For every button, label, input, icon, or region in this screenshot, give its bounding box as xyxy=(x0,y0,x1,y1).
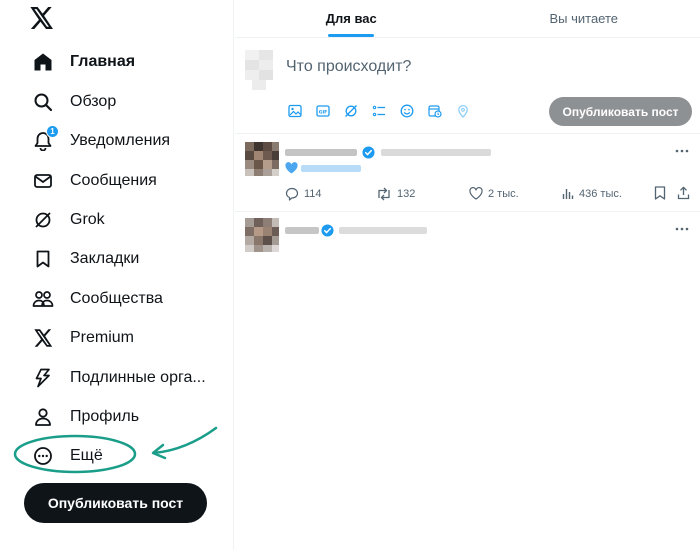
sidebar-item-messages[interactable]: Сообщения xyxy=(20,163,220,199)
search-icon xyxy=(32,91,54,113)
location-icon[interactable] xyxy=(453,101,473,121)
heart-icon xyxy=(469,187,483,200)
blurred-username xyxy=(285,149,357,156)
tab-following[interactable]: Вы читаете xyxy=(468,0,700,37)
x-logo-icon[interactable] xyxy=(30,7,56,31)
sidebar: Главная Обзор 1 Уведомления Сообщения Gr… xyxy=(0,0,234,550)
heart-emoji-icon xyxy=(285,162,298,174)
grok-icon xyxy=(32,209,54,231)
like-count: 2 тыс. xyxy=(488,187,519,200)
tab-label: Вы читаете xyxy=(549,11,619,26)
reply-button[interactable]: 114 xyxy=(285,187,322,201)
sidebar-item-notifications[interactable]: 1 Уведомления xyxy=(20,123,220,159)
sidebar-item-label: Профиль xyxy=(70,408,140,425)
repost-count: 132 xyxy=(397,188,416,200)
more-circle-icon xyxy=(32,445,54,467)
more-options-icon[interactable] xyxy=(674,226,690,232)
repost-button[interactable]: 132 xyxy=(376,187,415,201)
sidebar-item-profile[interactable]: Профиль xyxy=(20,399,220,435)
emoji-icon[interactable] xyxy=(397,101,417,121)
sidebar-item-label: Подлинные орга... xyxy=(70,369,206,386)
post-composer: Что происходит? GIF Опубликовать пост xyxy=(235,38,700,134)
sidebar-item-grok[interactable]: Grok xyxy=(20,202,220,238)
blurred-handle xyxy=(381,149,491,156)
like-button[interactable]: 2 тыс. xyxy=(469,187,519,200)
sidebar-item-verified-orgs[interactable]: Подлинные орга... xyxy=(20,360,220,396)
more-options-icon[interactable] xyxy=(674,148,690,154)
verified-badge-icon xyxy=(362,146,375,159)
blurred-username xyxy=(285,227,319,234)
sidebar-item-home[interactable]: Главная xyxy=(20,44,220,80)
avatar[interactable] xyxy=(245,142,279,176)
avatar[interactable] xyxy=(245,218,279,252)
main-timeline: Для вас Вы читаете Что происходит? GIF О… xyxy=(235,0,700,550)
repost-icon xyxy=(378,187,390,201)
reply-icon xyxy=(285,187,299,201)
share-icon[interactable] xyxy=(677,186,690,200)
home-icon xyxy=(32,51,54,73)
gif-icon[interactable]: GIF xyxy=(313,101,333,121)
sidebar-item-label: Сообщения xyxy=(70,172,157,189)
sidebar-item-label: Главная xyxy=(70,53,136,70)
sidebar-item-label: Grok xyxy=(70,211,105,228)
sidebar-item-label: Ещё xyxy=(70,447,103,464)
person-icon xyxy=(32,406,54,428)
compose-input[interactable]: Что происходит? xyxy=(286,58,411,76)
compose-post-button[interactable]: Опубликовать пост xyxy=(549,97,692,126)
sidebar-item-label: Premium xyxy=(70,329,135,346)
sidebar-item-communities[interactable]: Сообщества xyxy=(20,281,220,317)
sidebar-item-label: Уведомления xyxy=(70,132,171,149)
grok-icon[interactable] xyxy=(341,101,361,121)
communities-icon xyxy=(32,288,54,310)
composer-toolbar: GIF xyxy=(285,101,473,121)
post-button[interactable]: Опубликовать пост xyxy=(24,483,207,523)
views-icon xyxy=(562,189,574,199)
poll-icon[interactable] xyxy=(369,101,389,121)
verified-badge-icon xyxy=(321,224,334,237)
image-icon[interactable] xyxy=(285,101,305,121)
sidebar-item-label: Сообщества xyxy=(70,290,163,307)
sidebar-item-label: Закладки xyxy=(70,250,140,267)
x-logo-icon xyxy=(32,327,54,349)
sidebar-item-bookmarks[interactable]: Закладки xyxy=(20,241,220,277)
avatar[interactable] xyxy=(245,50,273,90)
tweet[interactable] xyxy=(235,212,700,272)
sidebar-item-explore[interactable]: Обзор xyxy=(20,84,220,120)
mail-icon xyxy=(32,170,54,192)
tab-for-you[interactable]: Для вас xyxy=(235,0,468,37)
sidebar-item-premium[interactable]: Premium xyxy=(20,320,220,356)
tab-label: Для вас xyxy=(325,11,377,26)
notification-badge: 1 xyxy=(46,125,59,138)
views-button[interactable]: 436 тыс. xyxy=(562,187,622,200)
timeline-tabs: Для вас Вы читаете xyxy=(235,0,700,38)
tweet[interactable]: 114 132 2 тыс. 436 тыс. xyxy=(235,134,700,212)
svg-text:GIF: GIF xyxy=(319,109,328,115)
views-count: 436 тыс. xyxy=(579,187,622,200)
blurred-link xyxy=(301,165,361,172)
lightning-icon xyxy=(32,367,54,389)
blurred-handle xyxy=(339,227,427,234)
active-tab-indicator xyxy=(328,34,375,37)
bell-icon: 1 xyxy=(32,125,59,152)
reply-count: 114 xyxy=(304,188,322,200)
schedule-icon[interactable] xyxy=(425,101,445,121)
bookmark-icon[interactable] xyxy=(654,186,666,200)
sidebar-item-more[interactable]: Ещё xyxy=(20,438,220,474)
sidebar-item-label: Обзор xyxy=(70,93,117,110)
bookmark-icon xyxy=(32,248,54,270)
